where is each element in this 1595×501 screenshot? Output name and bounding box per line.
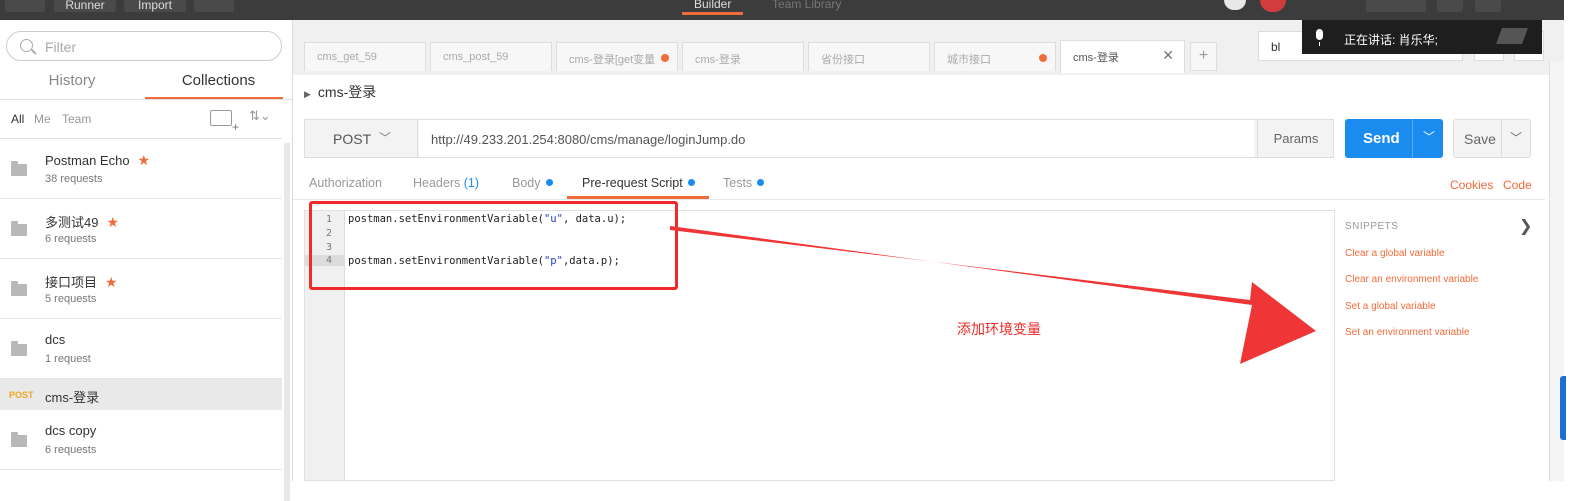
edge-widget (1560, 376, 1566, 440)
arrow-shape (670, 226, 1316, 364)
annotation-arrow (670, 226, 1316, 364)
screen-edge (1564, 0, 1595, 481)
annotation-text: 添加环境变量 (957, 322, 1041, 338)
